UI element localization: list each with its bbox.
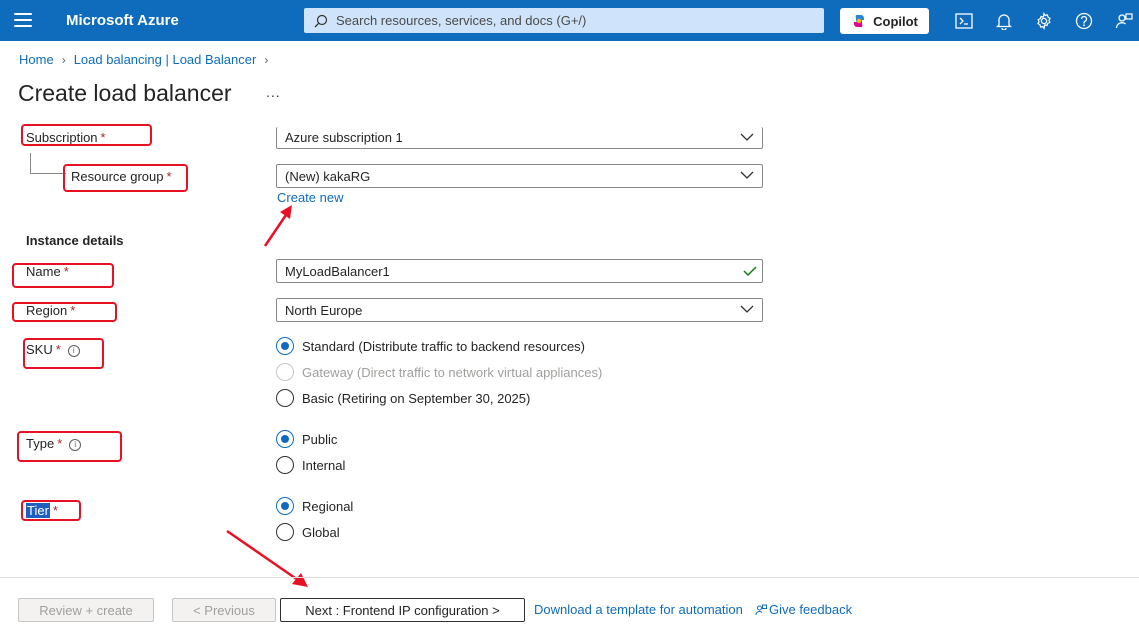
radio-selected-icon [276, 430, 294, 448]
download-template-link[interactable]: Download a template for automation [534, 602, 743, 617]
tier-option-global[interactable]: Global [276, 523, 340, 541]
name-input[interactable] [277, 263, 727, 279]
breadcrumb-home[interactable]: Home [19, 52, 54, 67]
radio-icon [276, 389, 294, 407]
feedback-person-icon [755, 604, 767, 615]
annotation-arrow-icon [263, 205, 292, 247]
tier-option-regional[interactable]: Regional [276, 497, 353, 515]
sku-option-basic[interactable]: Basic (Retiring on September 30, 2025) [276, 389, 530, 407]
brand-title[interactable]: Microsoft Azure [66, 12, 179, 29]
copilot-label: Copilot [873, 13, 918, 29]
search-icon [314, 14, 328, 27]
annotation-box [63, 164, 188, 192]
settings-gear-icon[interactable] [1033, 10, 1055, 32]
chevron-down-icon [740, 171, 754, 179]
more-options-icon[interactable]: ... [266, 84, 281, 100]
help-question-icon[interactable] [1073, 10, 1095, 32]
type-option-internal[interactable]: Internal [276, 456, 345, 474]
top-bar: Microsoft Azure Copilot [0, 0, 1139, 41]
radio-label: Regional [302, 498, 354, 514]
type-option-public[interactable]: Public [276, 430, 337, 448]
resource-group-dropdown[interactable]: (New) kakaRG [276, 164, 763, 188]
valid-checkmark-icon [743, 266, 757, 277]
breadcrumb-chevron-icon: › [264, 52, 269, 67]
review-create-button[interactable]: Review + create [18, 598, 154, 622]
feedback-label: Give feedback [769, 602, 853, 617]
radio-selected-icon [276, 497, 294, 515]
region-value: North Europe [285, 302, 363, 318]
subscription-value: Azure subscription 1 [285, 130, 403, 145]
annotation-box [17, 431, 122, 462]
radio-label: Gateway (Direct traffic to network virtu… [302, 364, 603, 380]
subscription-dropdown[interactable]: Azure subscription 1 [276, 127, 763, 149]
chevron-down-icon [740, 305, 754, 313]
annotation-box [12, 263, 114, 288]
breadcrumb: Home › Load balancing | Load Balancer › [19, 52, 268, 67]
hamburger-menu-icon[interactable] [14, 13, 32, 27]
annotation-box [21, 124, 152, 146]
copilot-button[interactable]: Copilot [840, 8, 929, 34]
sku-option-standard[interactable]: Standard (Distribute traffic to backend … [276, 337, 585, 355]
radio-label: Internal [302, 457, 346, 473]
tree-connector [30, 153, 31, 174]
annotation-box [12, 302, 117, 322]
annotation-box [23, 338, 104, 369]
feedback-person-icon[interactable] [1113, 10, 1135, 32]
radio-selected-icon [276, 337, 294, 355]
annotation-box [21, 500, 81, 521]
next-frontend-ip-button[interactable]: Next : Frontend IP configuration > [280, 598, 525, 622]
radio-label: Public [302, 431, 338, 447]
search-input[interactable] [336, 13, 816, 28]
region-dropdown[interactable]: North Europe [276, 298, 763, 322]
previous-button[interactable]: < Previous [172, 598, 276, 622]
give-feedback-link[interactable]: Give feedback [755, 602, 852, 617]
radio-label: Standard (Distribute traffic to backend … [302, 338, 586, 354]
sku-option-gateway: Gateway (Direct traffic to network virtu… [276, 363, 602, 381]
chevron-down-icon [740, 133, 754, 141]
radio-icon [276, 363, 294, 381]
radio-label: Basic (Retiring on September 30, 2025) [302, 390, 531, 406]
breadcrumb-chevron-icon: › [61, 52, 66, 67]
global-search[interactable] [304, 8, 824, 33]
cloud-shell-icon[interactable] [953, 10, 975, 32]
radio-label: Global [302, 524, 340, 540]
create-new-link[interactable]: Create new [277, 190, 343, 205]
instance-details-heading: Instance details [26, 233, 124, 248]
notifications-bell-icon[interactable] [993, 10, 1015, 32]
resource-group-value: (New) kakaRG [285, 168, 371, 184]
page-title: Create load balancer [18, 80, 232, 106]
radio-icon [276, 523, 294, 541]
radio-icon [276, 456, 294, 474]
tree-connector [30, 173, 66, 174]
footer-divider [0, 577, 1139, 578]
breadcrumb-load-balancing[interactable]: Load balancing | Load Balancer [74, 52, 257, 67]
name-field[interactable] [276, 259, 763, 283]
copilot-icon [854, 15, 865, 27]
